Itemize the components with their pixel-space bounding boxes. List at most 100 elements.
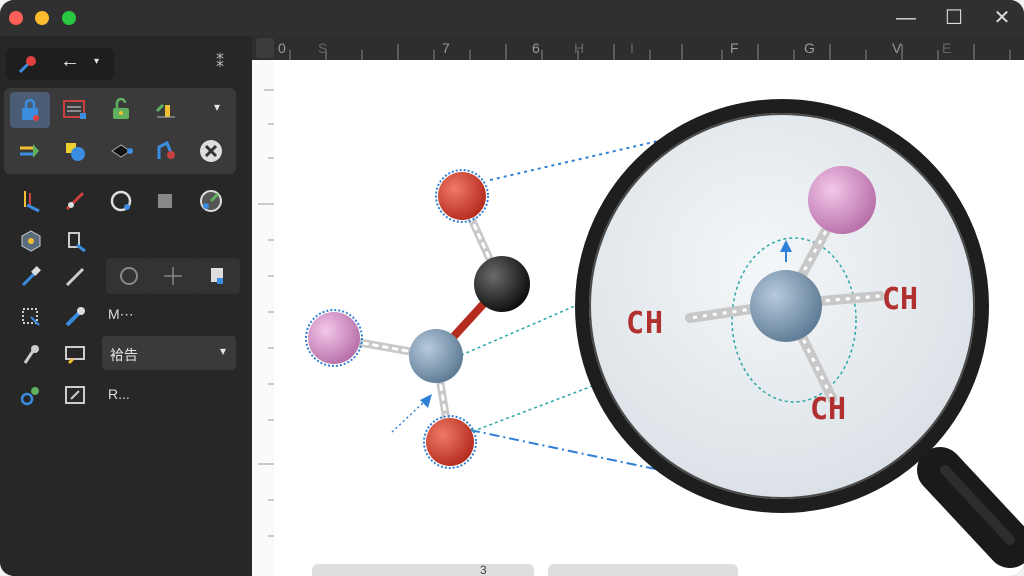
oxygen-atom[interactable] xyxy=(438,172,486,220)
magnified-carbon-atom xyxy=(750,270,822,342)
panel-expand-caret-icon[interactable]: ▾ xyxy=(214,100,220,114)
methyl-label-right: CH xyxy=(882,282,919,317)
picture-tool[interactable] xyxy=(60,380,90,410)
iodine-atom[interactable] xyxy=(308,312,360,364)
ruler-label: S xyxy=(318,40,328,56)
note-tool[interactable] xyxy=(194,258,240,294)
clip-tool[interactable] xyxy=(60,226,90,256)
toolbox-sidebar: ← ▾ ⁑ ▾ M⋯ 袷告 ▾ R... xyxy=(0,36,252,576)
dropper-tool[interactable] xyxy=(16,262,46,292)
note-icon xyxy=(211,268,223,284)
move-icon xyxy=(164,267,182,285)
bolt-icon xyxy=(23,345,39,364)
transform-icon xyxy=(157,140,175,159)
ruler-label: 7 xyxy=(442,40,450,56)
frame-tool[interactable] xyxy=(60,94,90,124)
ruler-label: V xyxy=(892,40,902,56)
back-dropdown-caret-icon[interactable]: ▾ xyxy=(94,56,99,67)
link-tool[interactable] xyxy=(12,50,42,80)
lock-icon xyxy=(22,98,39,121)
minimize-button[interactable]: — xyxy=(892,6,920,30)
vertical-align-tool[interactable] xyxy=(16,186,46,216)
oxygen-atom[interactable] xyxy=(426,418,474,466)
frame-icon xyxy=(63,100,86,119)
top-ruler: 0 S 7 6 H I F G V E xyxy=(252,36,1024,60)
clip-icon xyxy=(68,232,86,253)
orbit-tool[interactable] xyxy=(106,186,136,216)
title-bar: — ☐ ✕ xyxy=(0,0,1024,36)
magnified-iodine-atom xyxy=(808,166,876,234)
bolt-tool[interactable] xyxy=(16,340,46,370)
move-tool[interactable] xyxy=(150,258,196,294)
chain-icon xyxy=(20,387,39,406)
wrench-icon xyxy=(65,307,85,327)
transform-tool[interactable] xyxy=(150,136,180,166)
picture-icon xyxy=(65,386,85,404)
unlock-icon xyxy=(113,97,129,119)
arrow-align-tool[interactable] xyxy=(14,136,44,166)
lock-tool-selected[interactable] xyxy=(10,92,50,128)
close-button[interactable]: ✕ xyxy=(988,6,1016,30)
ruler-label: I xyxy=(630,40,634,56)
bond-break-icon xyxy=(65,267,85,287)
arrow-align-icon xyxy=(20,144,39,158)
ruler-label: 0 xyxy=(278,40,286,56)
chip-tool[interactable] xyxy=(150,186,180,216)
align-tool[interactable] xyxy=(150,94,180,124)
link-chain-tool[interactable] xyxy=(16,380,46,410)
unlock-tool[interactable] xyxy=(106,94,136,124)
shapes-icon xyxy=(66,143,85,161)
dropper-icon xyxy=(21,266,41,287)
wrench-tool[interactable] xyxy=(60,302,90,332)
app-window: — ☐ ✕ ← ▾ ⁑ ▾ M⋯ 袷告 ▾ R... 0 S 7 6 H I F… xyxy=(0,0,1024,576)
bottom-tab[interactable]: 3 xyxy=(312,564,534,576)
rotate-icon xyxy=(200,140,222,162)
bond-icon xyxy=(65,191,85,211)
vertical-align-icon xyxy=(24,191,40,213)
gauge-tool[interactable] xyxy=(196,186,226,216)
top-ruler-ticks xyxy=(256,38,1011,60)
3d-box-tool[interactable] xyxy=(106,136,136,166)
refresh-tool[interactable] xyxy=(106,258,152,294)
minimize-traffic-light[interactable] xyxy=(35,11,49,25)
back-arrow-icon[interactable]: ← xyxy=(60,50,80,73)
refresh-icon xyxy=(120,267,138,285)
3d-box-icon xyxy=(111,144,133,158)
bond-break-tool[interactable] xyxy=(60,262,90,292)
carbon-atom-black[interactable] xyxy=(474,256,530,312)
comment-tool[interactable] xyxy=(60,340,90,370)
crop-tool[interactable] xyxy=(16,302,46,332)
ruler-label: F xyxy=(730,40,739,56)
align-icon xyxy=(155,103,175,118)
comment-icon xyxy=(65,346,85,365)
crop-icon xyxy=(22,308,40,326)
style-dropdown[interactable]: 袷告 ▾ xyxy=(102,336,236,370)
central-carbon-atom[interactable] xyxy=(409,329,463,383)
ruler-label: 6 xyxy=(532,40,540,56)
hexagon-tool[interactable] xyxy=(16,226,46,256)
m-label: M⋯ xyxy=(108,306,134,322)
r-label: R... xyxy=(108,386,130,402)
maximize-button[interactable]: ☐ xyxy=(940,6,968,30)
left-ruler xyxy=(252,60,275,576)
shapes-tool[interactable] xyxy=(60,136,90,166)
drawing-canvas[interactable]: CH CH CH xyxy=(274,60,1024,576)
maximize-traffic-light[interactable] xyxy=(62,11,76,25)
close-traffic-light[interactable] xyxy=(9,11,23,25)
hexagon-icon xyxy=(21,230,41,252)
orbit-icon xyxy=(110,190,132,212)
bond-tool[interactable] xyxy=(60,186,90,216)
style-dropdown-value: 袷告 xyxy=(110,347,138,363)
guide-line xyxy=(391,401,425,433)
chevron-down-icon: ▾ xyxy=(219,344,226,358)
arrow-head-icon xyxy=(420,394,432,408)
bottom-tab[interactable] xyxy=(548,564,738,576)
link-icon xyxy=(18,56,36,74)
methyl-label-left: CH xyxy=(626,306,665,341)
left-ruler-ticks xyxy=(258,89,274,537)
pin-icon[interactable]: ⁑ xyxy=(216,52,224,72)
ruler-label: H xyxy=(574,40,585,56)
rotate-tool[interactable] xyxy=(196,136,226,166)
gauge-icon xyxy=(200,190,222,212)
methyl-label-bottom: CH xyxy=(810,392,847,427)
